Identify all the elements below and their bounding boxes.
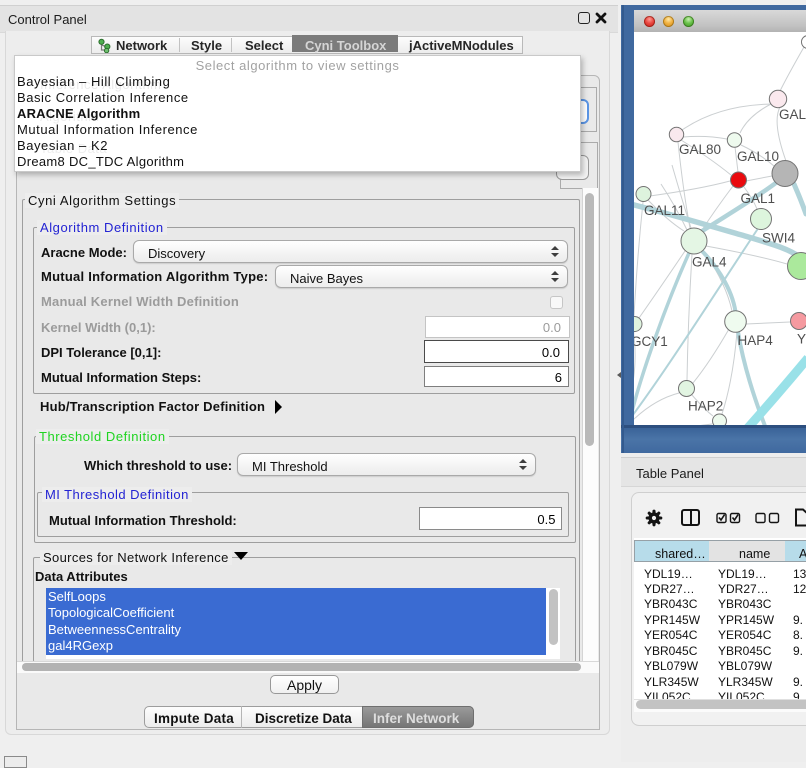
svg-text:HAP4: HAP4 (738, 333, 774, 348)
svg-text:GAL10: GAL10 (737, 149, 779, 164)
svg-text:GAL7: GAL7 (779, 107, 806, 122)
svg-text:GCY1: GCY1 (634, 334, 668, 349)
svg-text:GAL4: GAL4 (692, 255, 727, 270)
svg-text:GAL1: GAL1 (741, 191, 776, 206)
svg-text:SWI4: SWI4 (762, 231, 795, 246)
svg-text:Y: Y (797, 332, 806, 347)
svg-text:GAL80: GAL80 (679, 142, 721, 157)
svg-text:GAL11: GAL11 (644, 203, 685, 218)
svg-text:HAP2: HAP2 (688, 399, 723, 414)
